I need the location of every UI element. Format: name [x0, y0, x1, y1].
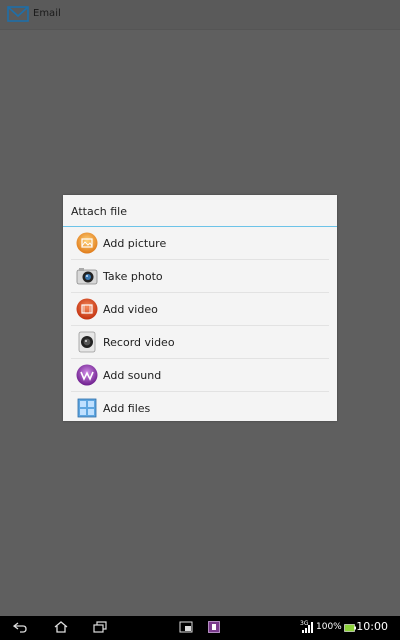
signal-icon — [302, 622, 313, 633]
system-nav-bar: 3G 100% 10:00 — [0, 616, 400, 640]
dialog-title: Attach file — [71, 205, 127, 218]
record-video-icon — [78, 331, 96, 353]
sound-icon — [76, 364, 98, 386]
dialog-title-bar: Attach file — [63, 195, 337, 227]
back-icon[interactable] — [13, 621, 27, 633]
small-app-icon[interactable] — [179, 621, 193, 633]
camera-icon — [76, 268, 98, 285]
app-title: Email — [33, 8, 61, 19]
menu-item-label: Take photo — [103, 270, 163, 283]
menu-item-label: Record video — [103, 336, 175, 349]
attach-file-dialog: Attach file Add picture Take photo Add v… — [63, 195, 337, 421]
envelope-icon[interactable] — [7, 6, 29, 22]
menu-item-label: Add video — [103, 303, 158, 316]
menu-item-add-files[interactable]: Add files — [71, 392, 329, 424]
battery-icon — [344, 624, 356, 632]
widget-icon[interactable] — [208, 621, 220, 633]
files-icon — [77, 398, 97, 418]
menu-item-take-photo[interactable]: Take photo — [71, 260, 329, 293]
home-icon[interactable] — [54, 621, 68, 633]
menu-item-add-sound[interactable]: Add sound — [71, 359, 329, 392]
menu-item-add-picture[interactable]: Add picture — [71, 227, 329, 260]
app-bar: Email — [0, 0, 400, 30]
menu-item-record-video[interactable]: Record video — [71, 326, 329, 359]
clock: 10:00 — [356, 620, 388, 633]
menu-item-label: Add picture — [103, 237, 167, 250]
battery-percent: 100% — [316, 622, 342, 632]
menu-item-add-video[interactable]: Add video — [71, 293, 329, 326]
picture-icon — [76, 232, 98, 254]
video-icon — [76, 298, 98, 320]
menu-item-label: Add sound — [103, 369, 162, 382]
recent-apps-icon[interactable] — [93, 621, 107, 633]
menu-item-label: Add files — [103, 402, 151, 415]
